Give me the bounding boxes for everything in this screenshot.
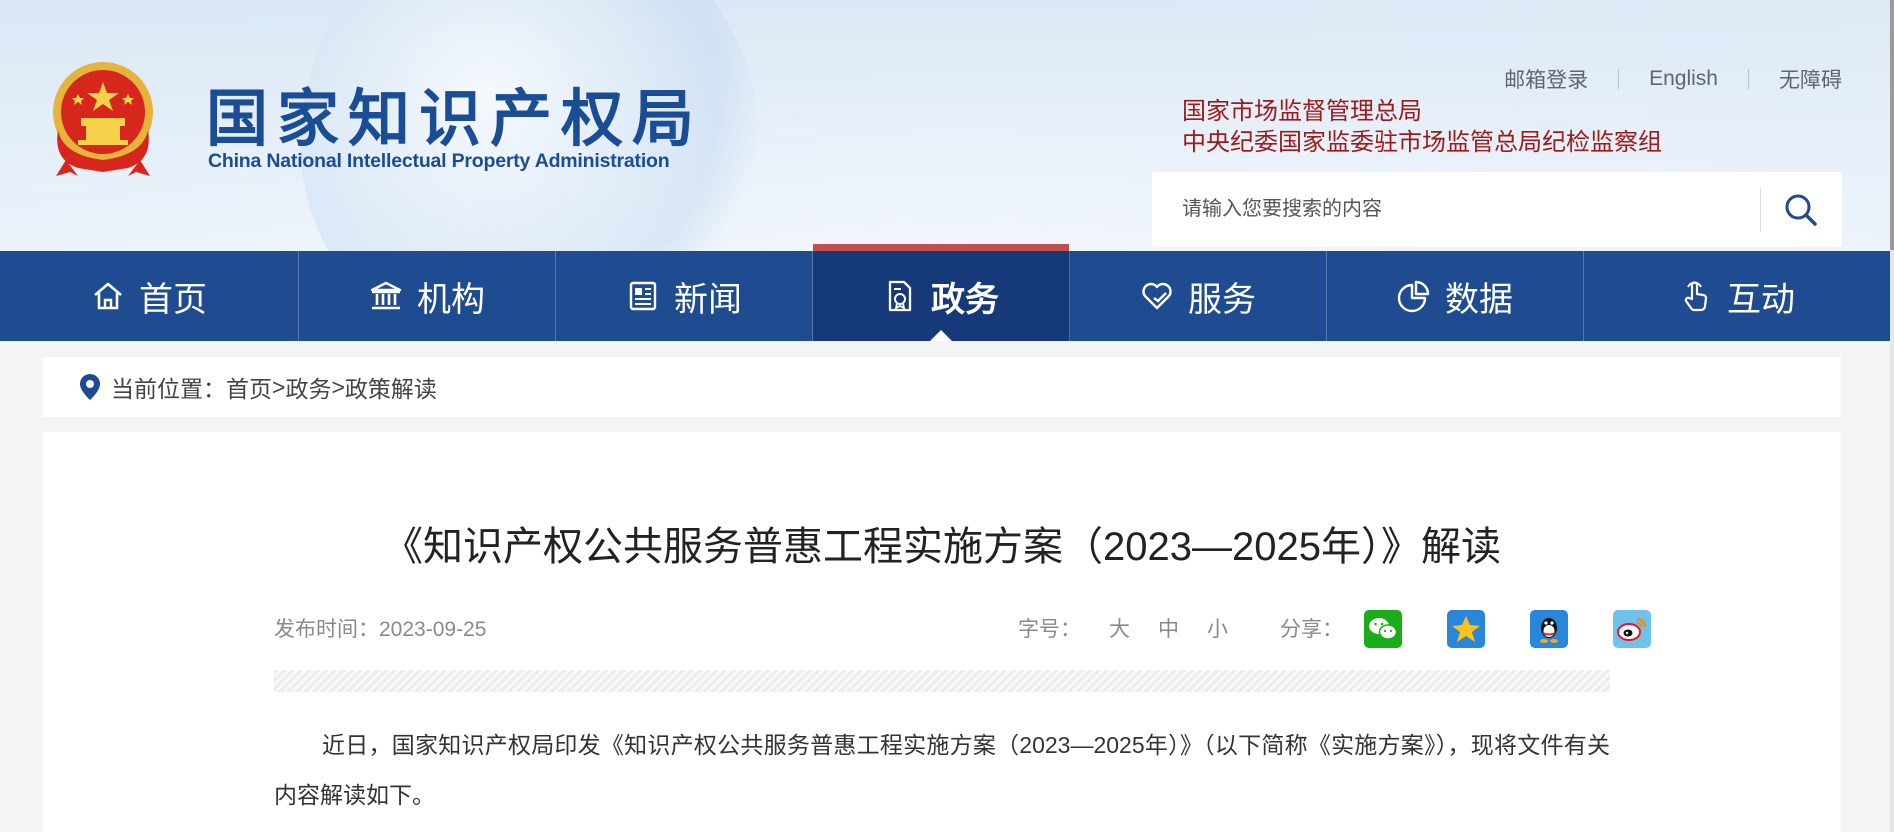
nav-item-institution[interactable]: 机构 xyxy=(299,251,556,341)
data-icon xyxy=(1397,280,1430,313)
interaction-icon xyxy=(1684,281,1708,312)
share-weibo-button[interactable] xyxy=(1613,610,1651,648)
font-size-control: 字号： 大 中 小 xyxy=(1018,610,1228,650)
nav-label: 机构 xyxy=(417,280,485,319)
nav-label: 数据 xyxy=(1445,280,1513,319)
nav-label: 服务 xyxy=(1188,280,1256,319)
national-emblem-icon xyxy=(53,62,153,176)
hatched-divider xyxy=(274,670,1610,692)
institution-icon xyxy=(370,281,402,310)
nav-label: 互动 xyxy=(1727,280,1795,319)
breadcrumb-prefix: 当前位置： xyxy=(111,376,226,402)
publish-date-value: 2023-09-25 xyxy=(379,618,487,641)
main-nav: 首页 机构 新闻 政务 服务 数据 互动 xyxy=(0,244,1890,341)
article-paragraph: 近日，国家知识产权局印发《知识产权公共服务普惠工程实施方案（2023—2025年… xyxy=(274,732,1610,808)
share-label: 分享： xyxy=(1280,618,1343,641)
nav-item-government-affairs[interactable]: 政务 xyxy=(813,244,1070,341)
font-size-label: 字号： xyxy=(1018,618,1081,641)
discipline-inspection-link[interactable]: 中央纪委国家监委驻市场监管总局纪检监察组 xyxy=(1182,127,1662,158)
site-logo-cn[interactable]: 国家知识产权局 xyxy=(206,68,703,158)
breadcrumb: 当前位置： 首页 > 政务 > 政策解读 xyxy=(43,357,1841,417)
search-box xyxy=(1152,172,1842,247)
search-icon xyxy=(1785,194,1817,226)
font-size-small[interactable]: 小 xyxy=(1207,610,1228,650)
share-icons xyxy=(1364,610,1651,648)
page-scrollbar[interactable] xyxy=(1890,0,1894,832)
divider xyxy=(1748,69,1749,89)
share-qq-button[interactable] xyxy=(1530,610,1568,648)
search-button[interactable] xyxy=(1770,184,1832,236)
service-icon xyxy=(1142,282,1172,310)
samr-link[interactable]: 国家市场监督管理总局 xyxy=(1182,96,1662,127)
breadcrumb-separator: > xyxy=(331,373,345,400)
article-meta: 发布时间：2023-09-25 字号： 大 中 小 分享： xyxy=(274,610,1651,650)
nav-item-home[interactable]: 首页 xyxy=(0,251,299,341)
nav-label: 新闻 xyxy=(674,280,742,319)
government-affairs-icon xyxy=(888,280,912,312)
wechat-icon xyxy=(1369,618,1398,640)
divider xyxy=(1618,69,1620,89)
weibo-icon xyxy=(1617,617,1647,641)
qzone-icon xyxy=(1452,616,1480,642)
nav-label: 首页 xyxy=(139,280,207,319)
news-icon xyxy=(629,281,657,311)
top-links: 邮箱登录 English 无障碍 xyxy=(1504,64,1842,94)
nav-item-service[interactable]: 服务 xyxy=(1070,251,1327,341)
site-header: 国家知识产权局 China National Intellectual Prop… xyxy=(0,0,1894,251)
share-wechat-button[interactable] xyxy=(1364,610,1402,648)
english-link[interactable]: English xyxy=(1649,67,1718,91)
mail-login-link[interactable]: 邮箱登录 xyxy=(1504,64,1588,94)
home-icon xyxy=(94,282,122,310)
share-label-wrap: 分享： xyxy=(1280,610,1343,650)
breadcrumb-home[interactable]: 首页 xyxy=(226,370,272,404)
nav-item-news[interactable]: 新闻 xyxy=(556,251,813,341)
org-links: 国家市场监督管理总局 中央纪委国家监委驻市场监管总局纪检监察组 xyxy=(1182,96,1662,158)
location-pin-icon xyxy=(80,374,100,400)
nav-label: 政务 xyxy=(931,280,999,319)
font-size-large[interactable]: 大 xyxy=(1109,610,1130,650)
font-size-medium[interactable]: 中 xyxy=(1158,610,1179,650)
breadcrumb-separator: > xyxy=(272,373,286,400)
search-input[interactable] xyxy=(1152,172,1756,247)
breadcrumb-government-affairs[interactable]: 政务 xyxy=(285,370,331,404)
divider xyxy=(1760,188,1761,232)
publish-date: 发布时间：2023-09-25 xyxy=(274,610,486,650)
qq-icon xyxy=(1540,618,1558,643)
accessibility-link[interactable]: 无障碍 xyxy=(1779,64,1842,94)
breadcrumb-policy-interpretation[interactable]: 政策解读 xyxy=(345,370,437,404)
site-logo-en[interactable]: China National Intellectual Property Adm… xyxy=(208,150,670,173)
nav-item-data[interactable]: 数据 xyxy=(1327,251,1584,341)
article-title: 《知识产权公共服务普惠工程实施方案（2023—2025年）》解读 xyxy=(383,525,1501,569)
article-content: 《知识产权公共服务普惠工程实施方案（2023—2025年）》解读 发布时间：20… xyxy=(43,432,1841,832)
share-qzone-button[interactable] xyxy=(1447,610,1485,648)
publish-label: 发布时间： xyxy=(274,618,379,641)
scrollbar-thumb[interactable] xyxy=(1890,0,1894,250)
nav-item-interaction[interactable]: 互动 xyxy=(1584,251,1890,341)
